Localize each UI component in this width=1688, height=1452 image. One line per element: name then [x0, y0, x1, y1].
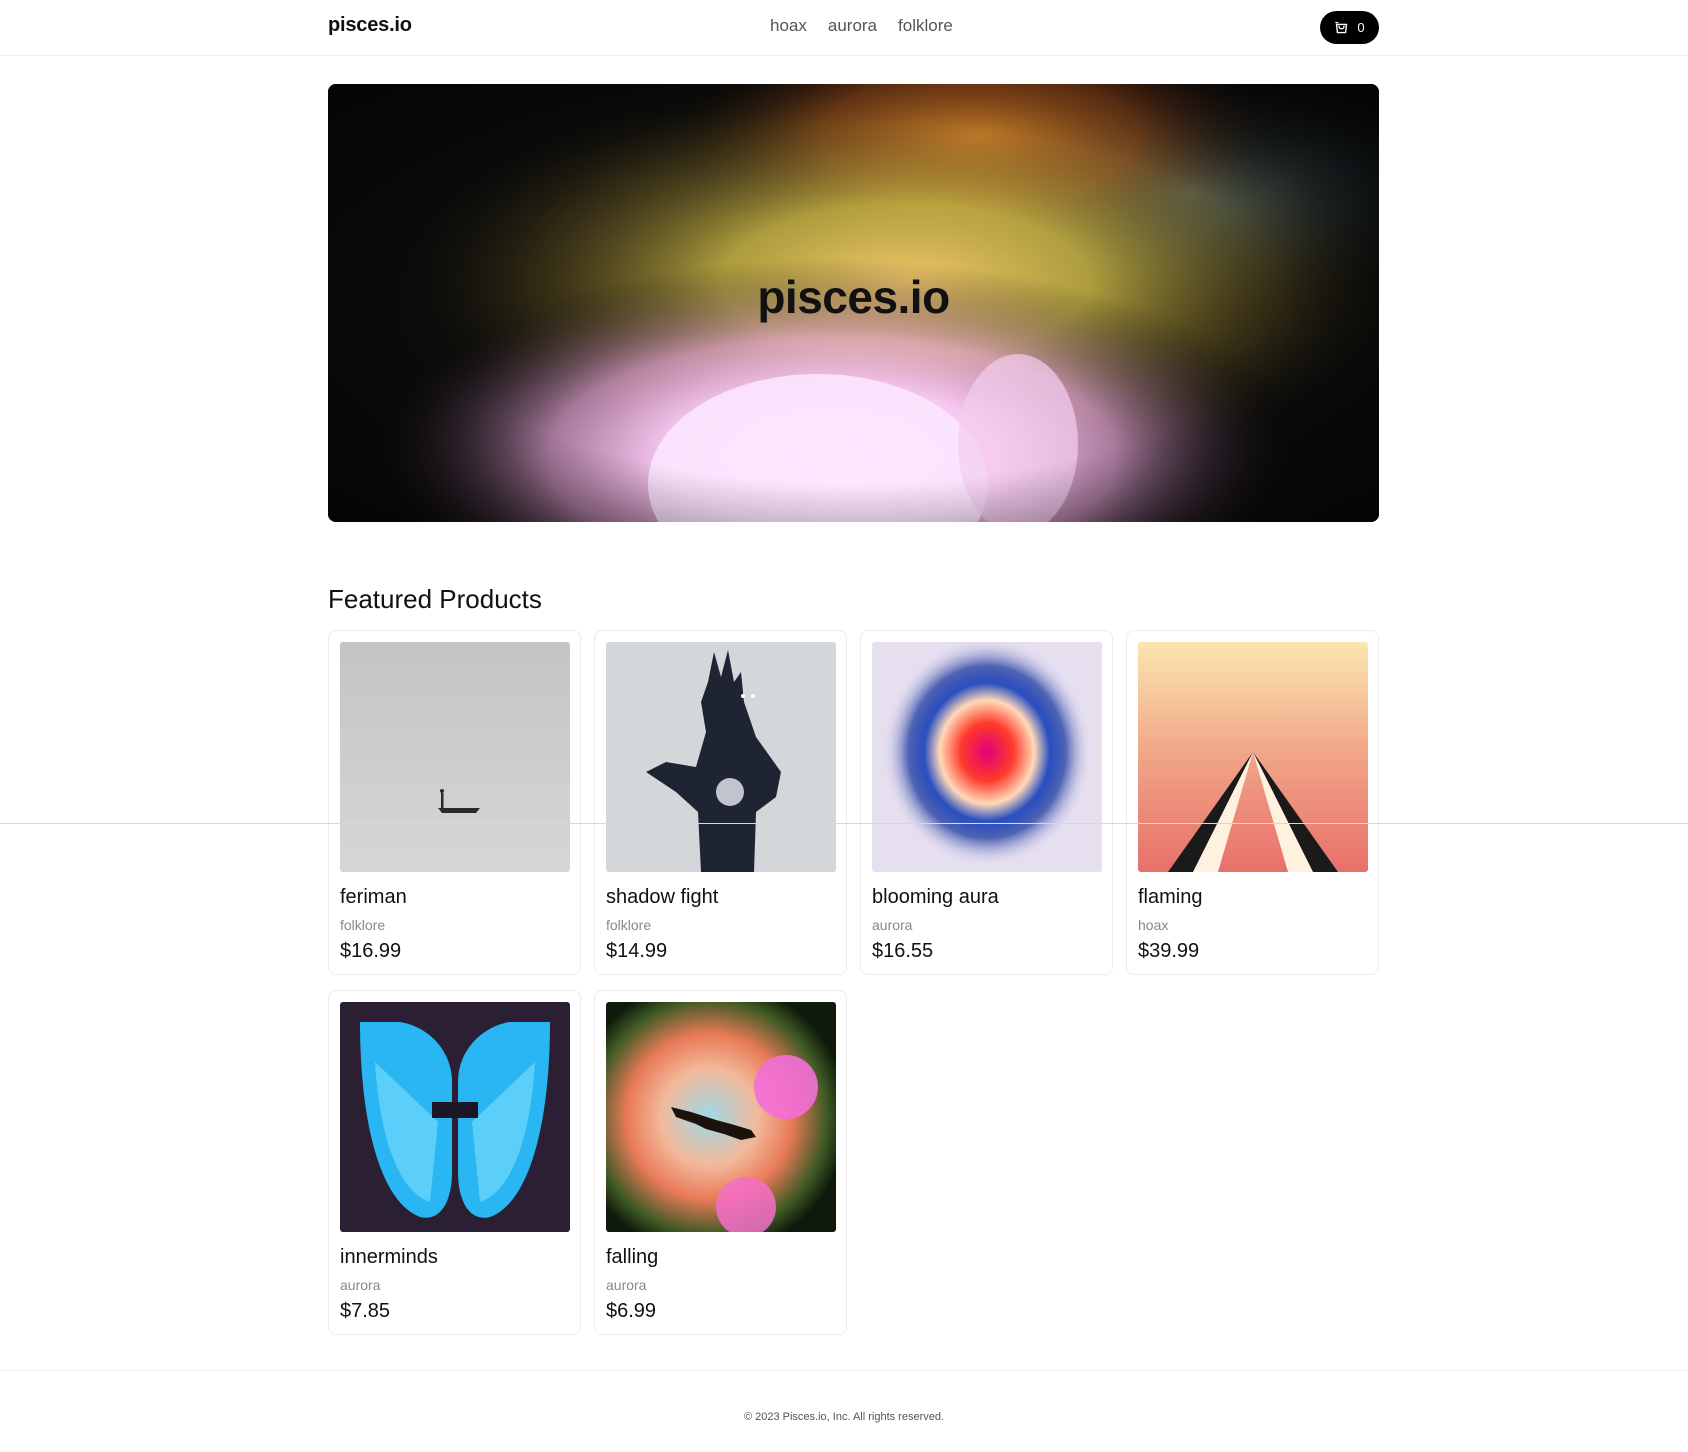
site-logo[interactable]: pisces.io [328, 14, 412, 37]
product-card-flaming[interactable]: flaming hoax $39.99 [1126, 630, 1379, 975]
main-nav: hoax aurora folklore [770, 16, 953, 36]
copyright-text: © 2023 Pisces.io, Inc. All rights reserv… [743, 1411, 945, 1423]
product-card-feriman[interactable]: feriman folklore $16.99 [328, 630, 581, 975]
product-category: aurora [872, 917, 913, 933]
product-card-falling[interactable]: falling aurora $6.99 [594, 990, 847, 1335]
product-price: $6.99 [606, 1300, 657, 1322]
product-name[interactable]: shadow fight [606, 886, 718, 909]
product-category: aurora [606, 1277, 647, 1293]
site-header: pisces.io hoax aurora folklore 0 [0, 0, 1688, 56]
product-card-shadow-fight[interactable]: shadow fight folklore $14.99 [594, 630, 847, 975]
horizontal-guide-line [0, 823, 1688, 824]
product-price: $14.99 [606, 940, 668, 962]
product-image-falling[interactable] [606, 1002, 836, 1232]
product-price: $16.99 [340, 940, 402, 962]
featured-products-title: Featured Products [328, 584, 542, 614]
product-category: hoax [1138, 917, 1169, 933]
shopping-bag-icon [1334, 20, 1349, 35]
product-name[interactable]: falling [606, 1246, 658, 1269]
product-price: $16.55 [872, 940, 934, 962]
nav-link-aurora[interactable]: aurora [828, 16, 877, 36]
site-footer: © 2023 Pisces.io, Inc. All rights reserv… [0, 1370, 1688, 1452]
product-image-innerminds[interactable] [340, 1002, 570, 1232]
product-image-shadow-fight[interactable] [606, 642, 836, 872]
nav-link-folklore[interactable]: folklore [898, 16, 953, 36]
product-card-blooming-aura[interactable]: blooming aura aurora $16.55 [860, 630, 1113, 975]
product-category: folklore [606, 917, 652, 933]
product-price: $7.85 [340, 1300, 391, 1322]
product-image-blooming-aura[interactable] [872, 642, 1102, 872]
product-image-flaming[interactable] [1138, 642, 1368, 872]
product-card-innerminds[interactable]: innerminds aurora $7.85 [328, 990, 581, 1335]
product-category: folklore [340, 917, 386, 933]
product-name[interactable]: innerminds [340, 1246, 438, 1269]
hero-banner: pisces.io [328, 84, 1379, 522]
hero-title: pisces.io [757, 271, 950, 323]
product-image-feriman[interactable] [340, 642, 570, 872]
product-price: $39.99 [1138, 940, 1200, 962]
product-name[interactable]: blooming aura [872, 886, 999, 909]
product-category: aurora [340, 1277, 381, 1293]
product-name[interactable]: flaming [1138, 886, 1202, 909]
cart-count: 0 [1357, 20, 1365, 35]
cart-button[interactable]: 0 [1320, 11, 1379, 44]
nav-link-hoax[interactable]: hoax [770, 16, 807, 36]
product-name[interactable]: feriman [340, 886, 407, 909]
